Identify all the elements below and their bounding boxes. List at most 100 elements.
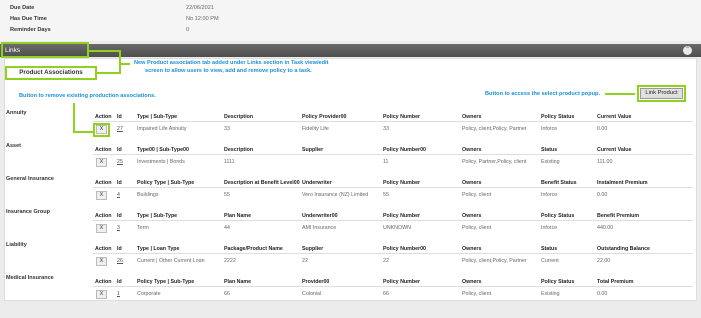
column-header: Owners (462, 279, 482, 285)
table-cell: 33 (383, 126, 389, 132)
column-header: Policy Status (541, 114, 575, 120)
column-header: Policy Status (541, 213, 575, 219)
due-date-value: 22/06/2021 (186, 5, 214, 11)
table-cell: 1111 (224, 159, 235, 165)
reminder-days-label: Reminder Days (10, 27, 51, 33)
column-header: Type | Loan Type (137, 246, 180, 252)
remove-association-button[interactable]: X (96, 191, 107, 200)
table-cell: 22.00 (597, 258, 611, 264)
column-header: Id (117, 114, 122, 120)
table-cell: 66 (383, 291, 389, 297)
remove-annotation-box (93, 123, 110, 137)
column-header: Action (95, 180, 112, 186)
row-divider (93, 121, 693, 122)
policy-id-link[interactable]: 26 (117, 258, 123, 264)
tab-callout-line2: screen to allow users to view, add and r… (145, 68, 312, 74)
callout-line (120, 63, 130, 65)
table-cell: Policy, client,Policy, Partner (462, 126, 527, 132)
policy-id-link[interactable]: 25 (117, 159, 123, 165)
column-header: Action (95, 114, 112, 120)
column-header: Action (95, 147, 112, 153)
column-header: Id (117, 147, 122, 153)
has-due-time-label: Has Due Time (10, 16, 47, 22)
column-header: Policy Number00 (383, 246, 426, 252)
table-cell: 66 (224, 291, 230, 297)
row-divider (93, 286, 693, 287)
table-cell: 11 (383, 159, 389, 165)
table-cell: Policy, client (462, 192, 492, 198)
column-header: Id (117, 246, 122, 252)
column-header: Type00 | Sub-Type00 (137, 147, 189, 153)
tab-callout-line1: New Product association tab added under … (134, 60, 329, 66)
collapse-icon[interactable]: ⌃ (683, 46, 692, 55)
category-medical-insurance: Medical Insurance (6, 275, 54, 281)
column-header: Id (117, 180, 122, 186)
column-header: Type | Sub-Type (137, 213, 178, 219)
column-header: Policy Type | Sub-Type (137, 180, 195, 186)
column-header: Policy Type | Sub-Type (137, 279, 195, 285)
table-cell: 44 (224, 225, 230, 231)
policy-id-link[interactable]: 3 (117, 225, 120, 231)
column-header: Policy Number00 (383, 147, 426, 153)
table-cell: 55 (224, 192, 230, 198)
column-header: Id (117, 213, 122, 219)
table-cell: Vero Insurance (NZ) Limited (302, 192, 369, 198)
table-cell: Policy, client (462, 225, 492, 231)
column-header: Total Premium (597, 279, 634, 285)
link-product-button[interactable]: Link Product (637, 85, 686, 102)
task-details: Due Date 22/06/2021 Has Due Time No 12:0… (0, 0, 701, 41)
column-header: Underwriter (302, 180, 332, 186)
remove-association-button[interactable]: X (96, 290, 107, 299)
due-date-label: Due Date (10, 5, 35, 11)
column-header: Description (224, 114, 254, 120)
reminder-days-value: 0 (186, 27, 190, 33)
policy-id-link[interactable]: 1 (117, 291, 120, 297)
column-header: Action (95, 279, 112, 285)
table-cell: Inforce (541, 192, 558, 198)
column-header: Supplier (302, 246, 324, 252)
table-cell: Policy, Partner,Policy, client (462, 159, 527, 165)
table-cell: Policy, client,Policy, Partner (462, 258, 527, 264)
column-header: Type | Sub-Type (137, 114, 178, 120)
policy-id-link[interactable]: 27 (117, 126, 123, 132)
row-divider (93, 187, 693, 188)
column-header: Owners (462, 246, 482, 252)
table-cell: Existing (541, 291, 560, 297)
tab-product-associations[interactable]: Product Associations (5, 66, 97, 80)
table-cell: Impaired Life Annuity (137, 126, 187, 132)
column-header: Policy Provider00 (302, 114, 347, 120)
column-header: Action (95, 213, 112, 219)
column-header: Id (117, 279, 122, 285)
callout-line (73, 103, 75, 133)
column-header: Policy Number (383, 279, 421, 285)
column-header: Underwriter00 (302, 213, 338, 219)
column-header: Plan Name (224, 213, 252, 219)
table-cell: 22 (383, 258, 389, 264)
table-cell: Buildings (137, 192, 159, 198)
column-header: Policy Status (541, 279, 575, 285)
column-header: Supplier (302, 147, 324, 153)
column-header: Benefit Status (541, 180, 577, 186)
column-header: Status (541, 246, 558, 252)
column-header: Status (541, 147, 558, 153)
remove-association-button[interactable]: X (96, 158, 107, 167)
policy-id-link[interactable]: 4 (117, 192, 120, 198)
category-asset: Asset (6, 143, 21, 149)
remove-callout: Button to remove existing production ass… (19, 93, 156, 99)
table-cell: Inforce (541, 225, 558, 231)
row-divider (93, 154, 693, 155)
table-cell: Term (137, 225, 149, 231)
table-cell: UNKNOWN (383, 225, 411, 231)
table-cell: 22 (302, 258, 308, 264)
category-insurance-group: Insurance Group (6, 209, 51, 215)
remove-association-button[interactable]: X (96, 224, 107, 233)
column-header: Description (224, 147, 254, 153)
table-cell: Investments | Bonds (137, 159, 185, 165)
table-cell: 111.00 (597, 159, 613, 165)
table-cell: Policy, client (462, 291, 492, 297)
column-header: Action (95, 246, 112, 252)
remove-association-button[interactable]: X (96, 257, 107, 266)
column-header: Owners (462, 114, 482, 120)
table-cell: Corporate (137, 291, 161, 297)
category-general-insurance: General Insurance (6, 176, 54, 182)
